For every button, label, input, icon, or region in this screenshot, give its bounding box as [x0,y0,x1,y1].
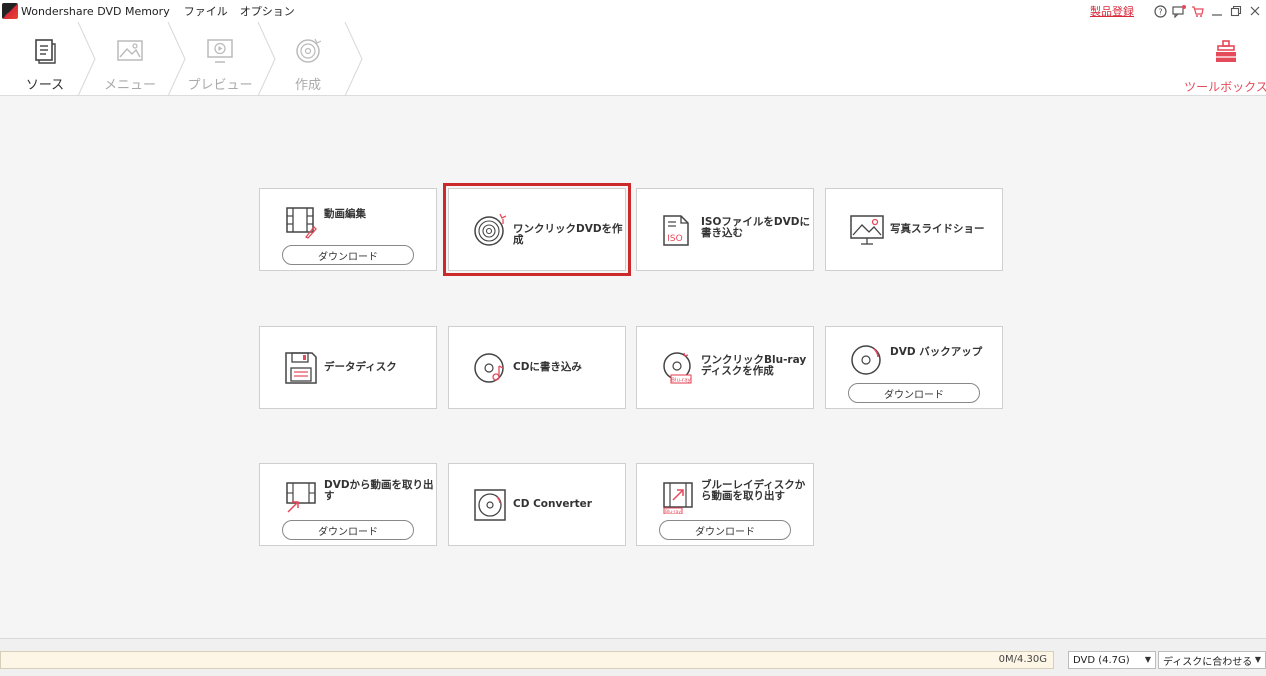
card-title: CD Converter [513,498,592,510]
card-title: ワンクリックBlu-rayディスクを作成 [701,354,807,377]
card-title: ワンクリックDVDを作成 [513,223,623,246]
card-title: DVD バックアップ [890,346,983,358]
card-bluray-rip[interactable]: Blu-ray ブルーレイディスクから動画を取り出す ダウンロード [636,463,814,546]
card-title: データディスク [324,361,397,373]
cart-icon[interactable] [1190,3,1206,19]
fit-mode-value: ディスクに合わせる [1163,656,1253,668]
dropdown-arrow-icon: ▼ [1254,655,1261,664]
iso-file-icon: ISO [663,215,689,246]
one-click-dvd-icon [474,213,507,246]
video-edit-icon [286,207,317,239]
toolbox-button[interactable]: ツールボックス [1184,22,1266,96]
svg-text:Blu-ray: Blu-ray [665,509,681,514]
app-logo-icon [2,3,18,19]
disc-type-value: DVD (4.7G) [1073,654,1130,666]
cd-converter-icon [474,489,506,521]
toolbox-label: ツールボックス [1184,80,1266,94]
card-photo-slideshow[interactable]: 写真スライドショー [825,188,1003,271]
status-bar: 0M/4.30G DVD (4.7G) ▼ ディスクに合わせる ▼ [0,638,1266,676]
svg-text:Blu-ray: Blu-ray [671,378,691,384]
help-icon[interactable]: ? [1152,3,1168,19]
card-video-edit[interactable]: 動画編集 ダウンロード [259,188,437,271]
one-click-bluray-icon: Blu-ray [663,352,692,384]
toolbox-icon [1216,40,1236,62]
card-cd-converter[interactable]: CD Converter [448,463,626,546]
download-button[interactable]: ダウンロード [659,520,791,540]
burn-disc-icon [296,38,322,63]
capacity-bar: 0M/4.30G [0,651,1054,669]
title-bar: Wondershare DVD Memory ファイル オプション 製品登録 ? [0,0,1266,22]
source-icon [35,39,56,64]
photo-slideshow-icon [850,215,884,245]
step-preview[interactable]: プレビュー [175,22,265,96]
register-link[interactable]: 製品登録 [1090,3,1134,19]
dropdown-arrow-icon: ▼ [1144,655,1151,664]
close-icon[interactable] [1247,3,1263,19]
disc-type-select[interactable]: DVD (4.7G) ▼ [1068,651,1156,669]
card-title: CDに書き込み [513,361,582,373]
feedback-icon[interactable] [1171,3,1187,19]
svg-text:?: ? [1158,7,1162,16]
card-data-disc[interactable]: データディスク [259,326,437,409]
card-iso-to-dvd[interactable]: ISO ISOファイルをDVDに書き込む [636,188,814,271]
step-burn-label: 作成 [294,78,321,93]
download-button[interactable]: ダウンロード [848,383,980,403]
card-title: 写真スライドショー [890,223,985,235]
step-burn[interactable]: 作成 [263,22,353,96]
download-button[interactable]: ダウンロード [282,520,414,540]
download-button[interactable]: ダウンロード [282,245,414,265]
bluray-rip-icon: Blu-ray [663,482,693,514]
step-menu-label: メニュー [103,78,156,93]
dvd-rip-icon [286,482,316,513]
cd-burn-icon [474,353,504,383]
menu-file[interactable]: ファイル [184,3,228,19]
menu-image-icon [117,40,143,61]
card-dvd-backup[interactable]: DVD バックアップ ダウンロード [825,326,1003,409]
menu-options[interactable]: オプション [240,3,295,19]
step-preview-label: プレビュー [187,78,253,93]
fit-mode-select[interactable]: ディスクに合わせる ▼ [1158,651,1266,669]
capacity-text: 0M/4.30G [998,654,1047,665]
card-title: 動画編集 [324,208,366,220]
card-dvd-rip[interactable]: DVDから動画を取り出す ダウンロード [259,463,437,546]
restore-icon[interactable] [1228,3,1244,19]
step-source[interactable]: ソース [0,22,90,96]
step-source-label: ソース [25,78,65,93]
card-title: DVDから動画を取り出す [324,479,434,502]
card-title: ブルーレイディスクから動画を取り出す [701,479,806,502]
step-bar: ソース メニュー プレビュー 作成 ツールボックス [0,22,1266,96]
minimize-icon[interactable] [1209,3,1225,19]
card-one-click-dvd[interactable]: ワンクリックDVDを作成 [443,183,631,276]
step-menu[interactable]: メニュー [85,22,175,96]
preview-icon [207,39,233,63]
dvd-backup-icon [851,345,881,375]
card-one-click-bluray[interactable]: Blu-ray ワンクリックBlu-rayディスクを作成 [636,326,814,409]
app-title: Wondershare DVD Memory [21,4,170,18]
card-cd-burn[interactable]: CDに書き込み [448,326,626,409]
data-disc-icon [285,352,317,384]
svg-text:ISO: ISO [667,234,682,244]
card-title: ISOファイルをDVDに書き込む [701,216,810,239]
